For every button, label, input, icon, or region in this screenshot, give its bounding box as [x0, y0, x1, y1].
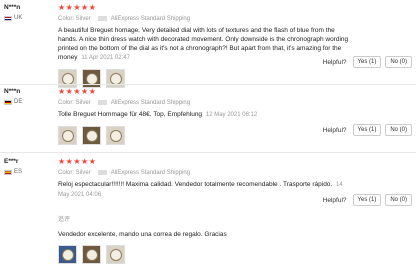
- helpful-yes-button[interactable]: Yes (1): [352, 56, 382, 68]
- review-text: A beautiful Breguet homage. Very detaile…: [58, 26, 354, 63]
- flag-de-icon: [4, 99, 12, 105]
- helpful-no-button[interactable]: No (0): [385, 194, 412, 206]
- reviewer-country: DE: [4, 99, 22, 105]
- followup-photo[interactable]: [58, 245, 77, 264]
- color-option: Color: Silver: [58, 170, 91, 176]
- country-code: ES: [14, 169, 23, 175]
- review-item: N***n UK ★★★★★ Color: Silver AliExpress …: [0, 0, 416, 88]
- followup-review: 追评 Vendedor excelente, mando una correa …: [0, 214, 416, 266]
- followup-photo[interactable]: [106, 245, 125, 264]
- color-option: Color: Silver: [58, 16, 91, 22]
- star-rating: ★★★★★: [58, 157, 97, 166]
- review-date: 11 Apr 2021 02:47: [81, 55, 130, 61]
- reviewer-country: ES: [4, 169, 22, 175]
- review-photo[interactable]: [58, 126, 77, 145]
- followup-body: 追评 Vendedor excelente, mando una correa …: [58, 216, 408, 264]
- review-divider: [0, 152, 416, 153]
- country-code: UK: [14, 15, 23, 21]
- review-date: 12 May 2021 08:12: [205, 112, 258, 118]
- review-photo[interactable]: [82, 126, 101, 145]
- review-text: Tolle Breguet Hommage für 48€. Top, Empf…: [58, 110, 354, 120]
- followup-text: Vendedor excelente, mando una correa de …: [58, 231, 227, 238]
- review-text: Reloj espectacular!!!!!!! Maxima calidad…: [58, 180, 354, 200]
- review-item: E***r ES ★★★★★ Color: Silver AliExpress …: [0, 154, 416, 214]
- flag-uk-icon: [4, 15, 12, 21]
- helpful-yes-button[interactable]: Yes (1): [352, 124, 382, 136]
- helpful-no-button[interactable]: No (0): [385, 56, 412, 68]
- helpful-controls: Helpful? Yes (1) No (0): [323, 56, 412, 68]
- helpful-label: Helpful?: [322, 126, 347, 134]
- review-text-content: Reloj espectacular!!!!!!! Maxima calidad…: [58, 181, 333, 188]
- color-option: Color: Silver: [58, 100, 91, 106]
- review-photo[interactable]: [106, 126, 125, 145]
- shipping-method: AliExpress Standard Shipping: [110, 100, 191, 106]
- flag-es-icon: [4, 169, 12, 175]
- review-item: N***n DE ★★★★★ Color: Silver AliExpress …: [0, 84, 416, 154]
- star-rating: ★★★★★: [58, 87, 97, 96]
- helpful-yes-button[interactable]: Yes (1): [352, 194, 382, 206]
- helpful-label: Helpful?: [322, 196, 347, 204]
- helpful-controls: Helpful? Yes (1) No (0): [323, 124, 412, 136]
- reviewer-name: E***r: [4, 158, 19, 165]
- followup-label: 追评: [58, 217, 71, 223]
- shipping-logo-icon: [98, 169, 108, 175]
- shipping-method: AliExpress Standard Shipping: [110, 16, 191, 22]
- review-meta: Color: Silver AliExpress Standard Shippi…: [58, 99, 408, 107]
- reviewer-name: N***n: [4, 88, 21, 95]
- review-body: ★★★★★ Color: Silver AliExpress Standard …: [58, 4, 408, 88]
- helpful-label: Helpful?: [322, 58, 347, 66]
- star-rating: ★★★★★: [58, 3, 97, 12]
- shipping-method: AliExpress Standard Shipping: [110, 170, 191, 176]
- review-body: ★★★★★ Color: Silver AliExpress Standard …: [58, 88, 408, 145]
- shipping-logo-icon: [98, 99, 108, 105]
- shipping-logo-icon: [98, 15, 108, 21]
- helpful-no-button[interactable]: No (0): [385, 124, 412, 136]
- reviewer-name: N***n: [4, 4, 21, 11]
- country-code: DE: [14, 99, 23, 105]
- review-text-content: Tolle Breguet Hommage für 48€. Top, Empf…: [58, 111, 203, 118]
- reviewer-country: UK: [4, 15, 22, 21]
- review-meta: Color: Silver AliExpress Standard Shippi…: [58, 169, 408, 177]
- followup-photo[interactable]: [82, 245, 101, 264]
- review-meta: Color: Silver AliExpress Standard Shippi…: [58, 15, 408, 23]
- helpful-controls: Helpful? Yes (1) No (0): [323, 194, 412, 206]
- followup-photos: [58, 245, 408, 264]
